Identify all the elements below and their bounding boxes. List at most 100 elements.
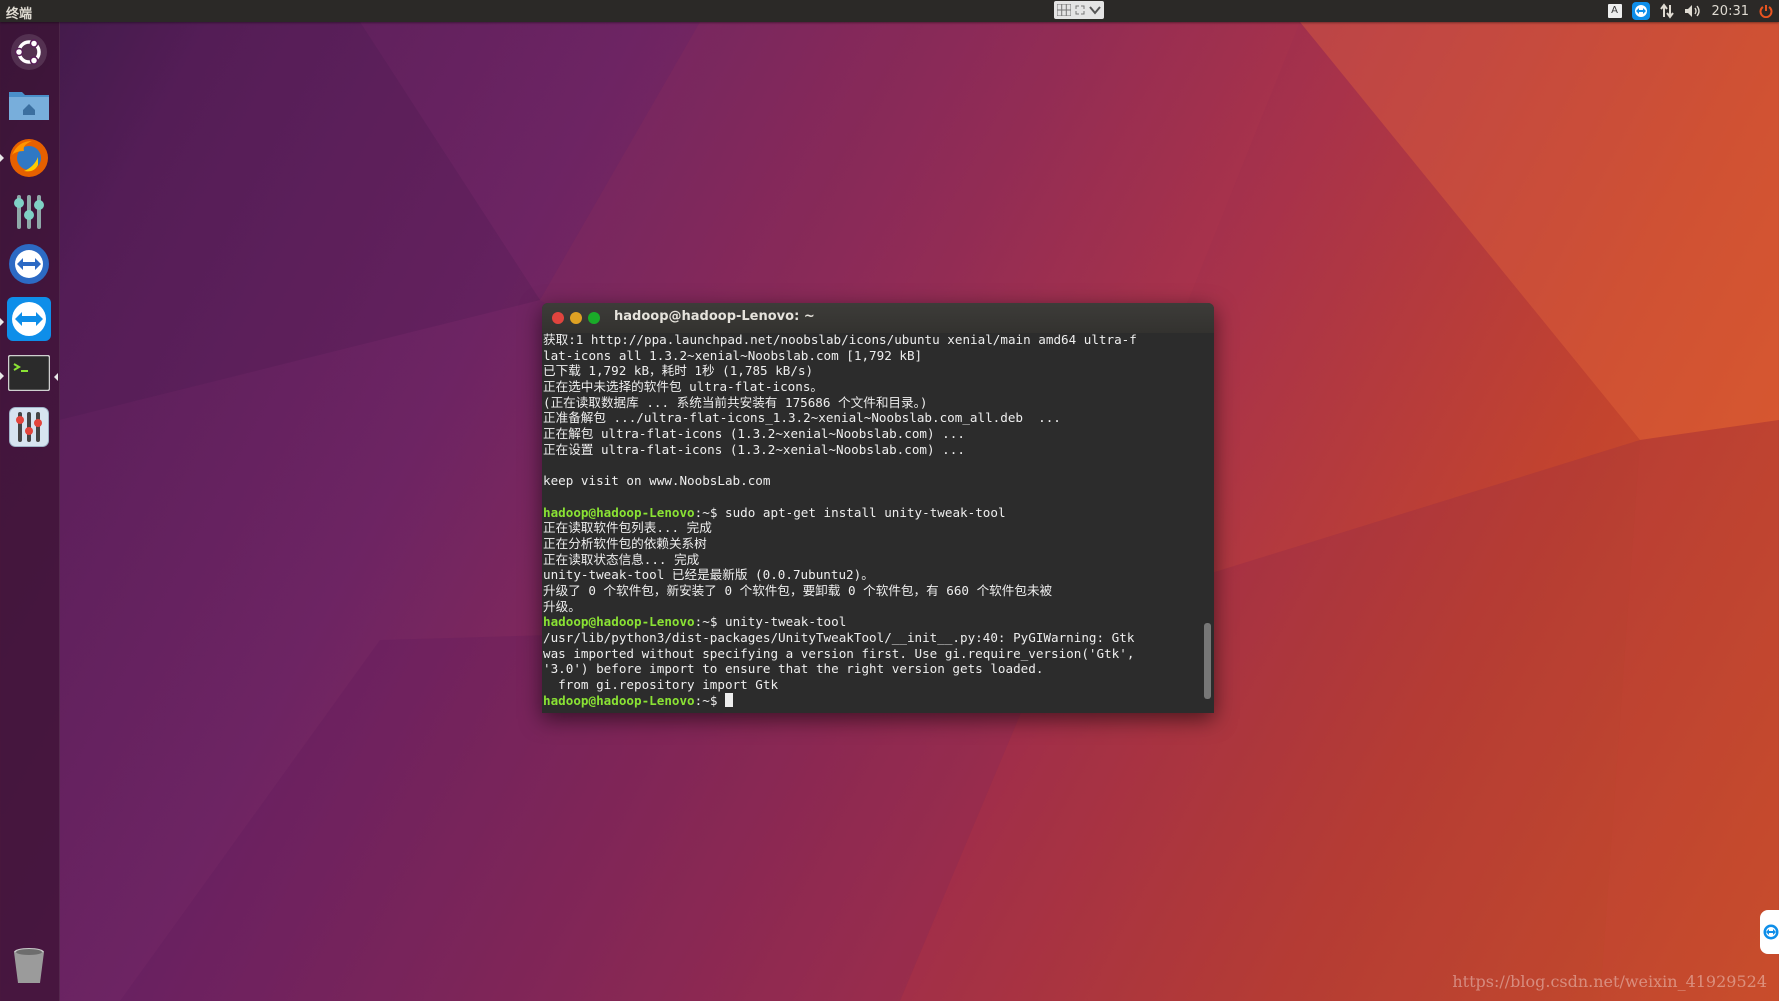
launcher-unity-tweak-tool[interactable] [6, 404, 52, 450]
line-text: 升级。 [543, 598, 581, 614]
prompt-suffix: :~$ [694, 614, 718, 630]
tweak-tool-icon [9, 407, 49, 447]
line-text: 正在读取软件包列表... 完成 [543, 520, 712, 536]
line-text: from gi.repository import Gtk [543, 677, 779, 693]
line-text: 正在设置 ultra-flat-icons (1.3.2~xenial~Noob… [543, 441, 965, 457]
terminal-line: keep visit on www.NoobsLab.com [543, 473, 1201, 489]
terminal-line: '3.0') before import to ensure that the … [543, 661, 1201, 677]
minimize-button[interactable] [570, 312, 582, 324]
terminal-line: from gi.repository import Gtk [543, 677, 1201, 693]
launcher-files[interactable] [6, 81, 52, 127]
terminal-line: was imported without specifying a versio… [543, 646, 1201, 662]
terminal-line: (正在读取数据库 ... 系统当前共安装有 175686 个文件和目录。) [543, 395, 1201, 411]
keyboard-layout-icon: A [1607, 4, 1622, 18]
active-app-title: 终端 [6, 7, 33, 22]
terminal-line: hadoop@hadoop-Lenovo:~$ sudo apt-get ins… [543, 505, 1201, 521]
terminal-icon [8, 355, 50, 391]
launcher-teamviewer[interactable] [6, 241, 52, 287]
terminal-line: lat-icons all 1.3.2~xenial~Noobslab.com … [543, 348, 1201, 364]
terminal-window[interactable]: hadoop@hadoop-Lenovo: ~ 获取:1 http://ppa.… [542, 303, 1214, 713]
keyboard-indicator[interactable]: A [1607, 0, 1622, 22]
launcher-teamviewer-2[interactable] [6, 296, 52, 342]
launcher-terminal[interactable] [6, 350, 52, 396]
shell-prompt: hadoop@hadoop-Lenovo [543, 692, 695, 708]
launcher-system-settings[interactable] [6, 188, 52, 234]
terminal-line: 正在读取状态信息... 完成 [543, 552, 1201, 568]
launcher-dash-button[interactable] [6, 29, 52, 75]
teamviewer-icon [9, 244, 49, 284]
line-text: 正在解包 ultra-flat-icons (1.3.2~xenial~Noob… [543, 426, 965, 442]
line-text: 正在读取状态信息... 完成 [543, 551, 700, 567]
workspace-switcher-widget[interactable] [1054, 1, 1104, 19]
line-text: /usr/lib/python3/dist-packages/UnityTwea… [543, 630, 1135, 646]
terminal-line: hadoop@hadoop-Lenovo:~$ [543, 692, 1201, 709]
text-cursor [725, 692, 733, 707]
unity-launcher [0, 22, 60, 1001]
trash-icon [14, 948, 44, 983]
running-pip [0, 372, 4, 380]
teamviewer-icon [1763, 924, 1779, 940]
chevron-down-icon [1089, 6, 1101, 15]
line-text: 正准备解包 .../ultra-flat-icons_1.3.2~xenial~… [543, 410, 1061, 426]
line-text: was imported without specifying a versio… [543, 645, 1135, 661]
line-text: (正在读取数据库 ... 系统当前共安装有 175686 个文件和目录。) [543, 394, 928, 410]
teamviewer-edge-widget[interactable] [1760, 910, 1779, 954]
terminal-output[interactable]: 获取:1 http://ppa.launchpad.net/noobslab/i… [543, 332, 1201, 712]
line-text: '3.0') before import to ensure that the … [543, 661, 1044, 677]
top-panel: 终端 A 20:31 [0, 0, 1779, 22]
terminal-titlebar[interactable]: hadoop@hadoop-Lenovo: ~ [542, 303, 1214, 333]
terminal-line: 升级。 [543, 599, 1201, 615]
terminal-line: 已下载 1,792 kB，耗时 1秒 (1,785 kB/s) [543, 363, 1201, 379]
terminal-line: 获取:1 http://ppa.launchpad.net/noobslab/i… [543, 332, 1201, 348]
terminal-line: 升级了 0 个软件包，新安装了 0 个软件包，要卸载 0 个软件包，有 660 … [543, 583, 1201, 599]
terminal-line: 正在设置 ultra-flat-icons (1.3.2~xenial~Noob… [543, 442, 1201, 458]
terminal-line: 正在解包 ultra-flat-icons (1.3.2~xenial~Noob… [543, 426, 1201, 442]
volume-icon [1684, 5, 1700, 17]
maximize-button[interactable] [588, 312, 600, 324]
grid-icon [1057, 4, 1071, 16]
line-text: 已下载 1,792 kB，耗时 1秒 (1,785 kB/s) [543, 363, 814, 379]
shell-prompt: hadoop@hadoop-Lenovo [543, 614, 695, 630]
terminal-line: /usr/lib/python3/dist-packages/UnityTwea… [543, 630, 1201, 646]
terminal-line: hadoop@hadoop-Lenovo:~$ unity-tweak-tool [543, 614, 1201, 630]
focus-arrow [54, 373, 58, 381]
terminal-line: unity-tweak-tool 已经是最新版 (0.0.7ubuntu2)。 [543, 567, 1201, 583]
line-text: 获取:1 http://ppa.launchpad.net/noobslab/i… [543, 332, 1137, 347]
prompt-suffix: :~$ [694, 692, 718, 708]
session-indicator[interactable] [1759, 0, 1773, 22]
firefox-icon [10, 139, 48, 177]
line-text: keep visit on www.NoobsLab.com [543, 473, 771, 489]
network-indicator[interactable] [1659, 0, 1674, 22]
line-text: unity-tweak-tool 已经是最新版 (0.0.7ubuntu2)。 [543, 567, 874, 583]
prompt-suffix: :~$ [694, 504, 718, 520]
clock-indicator[interactable]: 20:31 [1712, 0, 1749, 22]
terminal-line: 正在分析软件包的依赖关系树 [543, 536, 1201, 552]
terminal-scrollbar[interactable] [1204, 623, 1211, 699]
terminal-line: 正在读取软件包列表... 完成 [543, 520, 1201, 536]
clock-label: 20:31 [1711, 3, 1749, 19]
line-text: unity-tweak-tool [717, 614, 847, 630]
indicator-area: A 20:31 [1607, 0, 1779, 22]
launcher-firefox[interactable] [6, 135, 52, 181]
running-pip [0, 154, 4, 162]
expand-icon [1075, 5, 1085, 15]
line-text [717, 693, 725, 708]
line-text: 正在分析软件包的依赖关系树 [543, 535, 707, 551]
launcher-trash[interactable] [6, 942, 52, 988]
power-icon [1759, 5, 1773, 18]
sound-indicator[interactable] [1684, 0, 1702, 22]
line-text: 正在选中未选择的软件包 ultra-flat-icons。 [543, 379, 824, 395]
teamviewer-icon [7, 297, 51, 341]
shell-prompt: hadoop@hadoop-Lenovo [543, 504, 695, 520]
close-button[interactable] [552, 312, 564, 324]
teamviewer-indicator[interactable] [1631, 0, 1650, 22]
running-pip [0, 318, 4, 326]
line-text: sudo apt-get install unity-tweak-tool [717, 504, 1006, 520]
terminal-line: 正准备解包 .../ultra-flat-icons_1.3.2~xenial~… [543, 410, 1201, 426]
ubuntu-logo-icon [11, 34, 47, 70]
terminal-line: 正在选中未选择的软件包 ultra-flat-icons。 [543, 379, 1201, 395]
sliders-icon [14, 195, 44, 229]
line-text: 升级了 0 个软件包，新安装了 0 个软件包，要卸载 0 个软件包，有 660 … [543, 583, 1053, 598]
